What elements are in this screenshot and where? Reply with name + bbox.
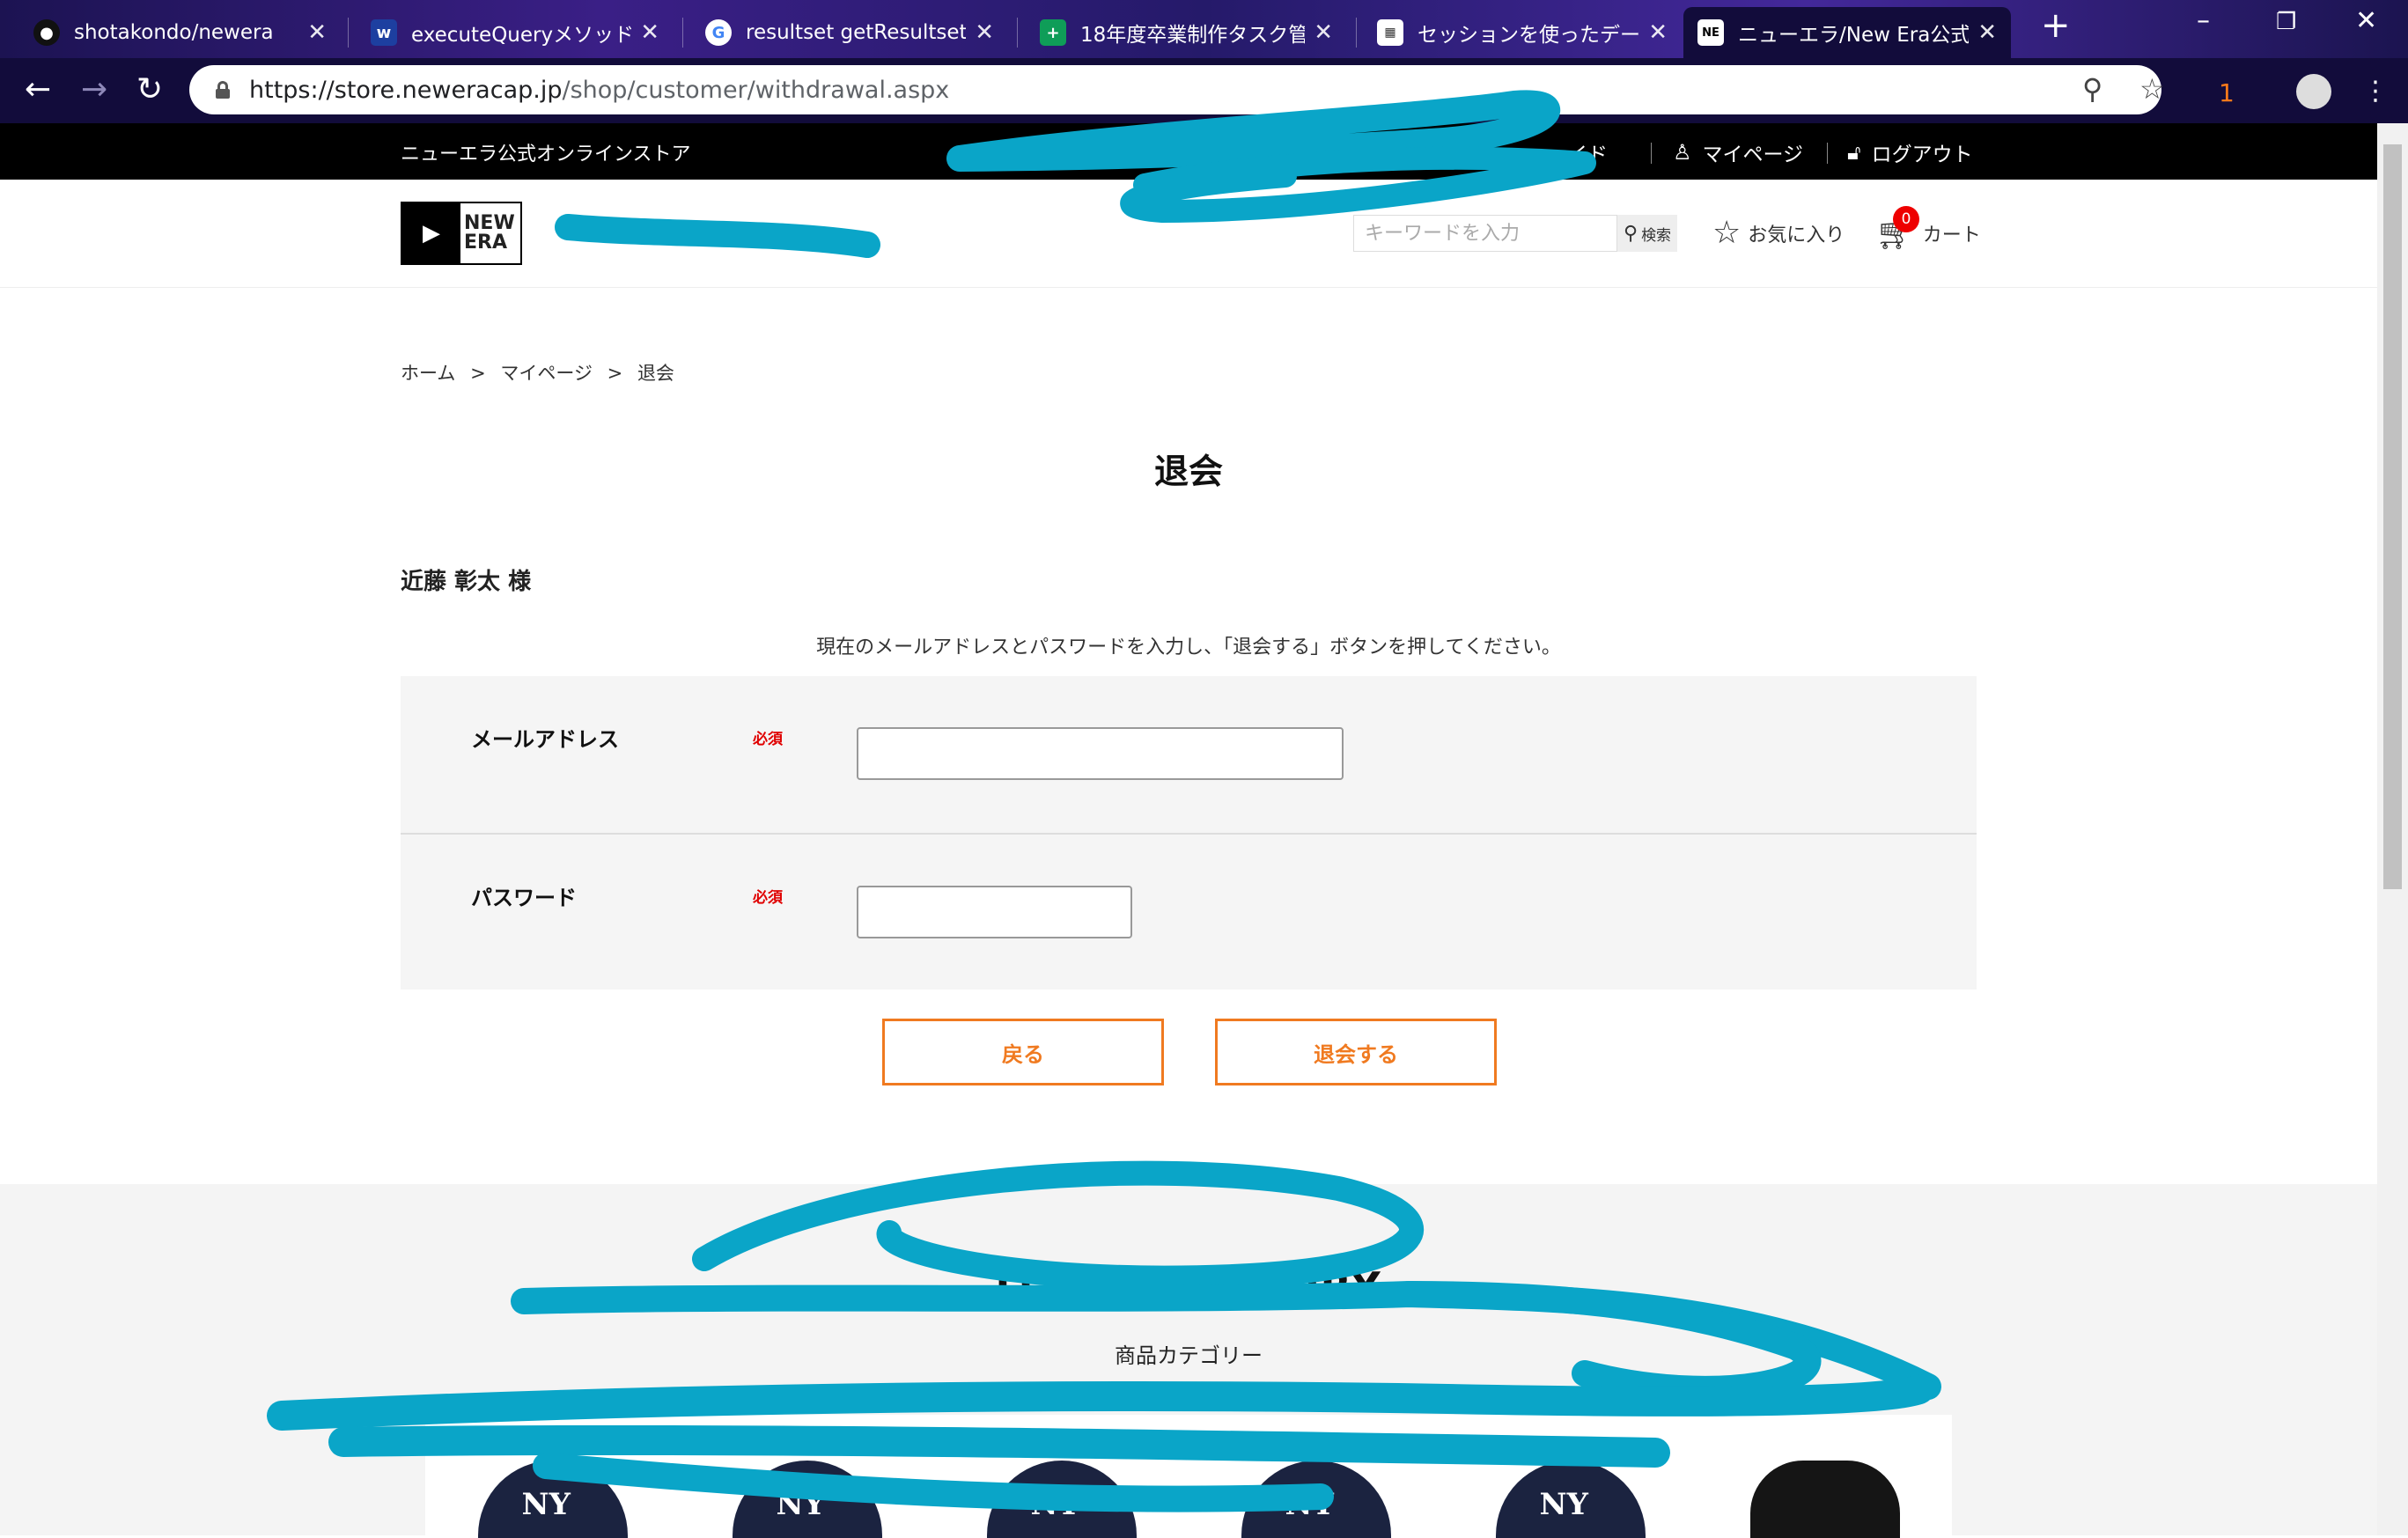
user-icon: ♙ (1673, 140, 1692, 165)
cap-image: 𝐍𝐘 (477, 1461, 628, 1538)
divider (1827, 143, 1828, 164)
search-box: ⚲ 検索 (1353, 215, 1677, 252)
instruction-text: 現在のメールアドレスとパスワードを入力し、「退会する」ボタンを押してください。 (816, 637, 1561, 659)
forward-icon[interactable]: → (81, 72, 107, 107)
tab-divider (682, 18, 683, 48)
newera-logo[interactable]: ▶ NEW ERA (401, 202, 522, 265)
scrollbar-thumb[interactable] (2383, 144, 2402, 889)
close-tab-icon[interactable]: ✕ (1977, 19, 1997, 46)
withdrawal-form: メールアドレス 必須 パスワード 必須 (401, 676, 1977, 990)
email-label: メールアドレス (471, 727, 619, 752)
favorites-link[interactable]: ☆ お気に入り (1712, 215, 1845, 251)
store-name: ニューエラ公式オンラインストア (401, 143, 691, 166)
unlock-icon: 🔓︎ (1847, 140, 1861, 165)
site-top-bar: ニューエラ公式オンラインストア イド ♙ マイページ 🔓︎ ログアウト (0, 123, 2377, 180)
sheets-icon: + (1040, 19, 1066, 46)
password-label: パスワード (471, 886, 577, 910)
password-row: パスワード 必須 (401, 835, 1977, 991)
flag-logo-mark: ▶ (402, 203, 460, 263)
zoom-icon[interactable]: ⚲ (2082, 72, 2102, 106)
close-window-icon[interactable]: ✕ (2355, 5, 2377, 36)
item-category-section: ITEM CATEGORY 商品カテゴリー 𝐍𝐘 𝐍𝐘 𝐍𝐘 𝐍𝐘 𝐍𝐘 (0, 1184, 2377, 1538)
product-tile[interactable]: 𝐍𝐘 (680, 1415, 934, 1538)
tab-divider (348, 18, 349, 48)
bookmark-star-icon[interactable]: ☆ (2139, 72, 2165, 106)
product-strip: 𝐍𝐘 𝐍𝐘 𝐍𝐘 𝐍𝐘 𝐍𝐘 (425, 1415, 1952, 1538)
new-tab-icon[interactable]: + (2041, 5, 2071, 46)
search-icon: ⚲ (1623, 222, 1638, 245)
minimize-icon[interactable]: – (2197, 5, 2210, 36)
page-title: 退会 (1153, 453, 1223, 492)
address-bar[interactable]: https://store.neweracap.jp/shop/customer… (189, 65, 2165, 114)
close-tab-icon[interactable]: ✕ (307, 19, 327, 46)
product-tile[interactable]: 𝐍𝐘 (1443, 1415, 1697, 1538)
cap-image: 𝐍𝐘 (1495, 1461, 1646, 1538)
browser-tab[interactable]: w executeQueryメソッド | Ja ✕ (357, 7, 674, 58)
search-input[interactable] (1353, 215, 1617, 252)
breadcrumb-separator: > (470, 363, 486, 384)
site-icon: w (371, 19, 397, 46)
close-tab-icon[interactable]: ✕ (1314, 19, 1333, 46)
logout-link[interactable]: 🔓︎ ログアウト (1847, 137, 1973, 167)
breadcrumb-separator: > (607, 363, 623, 384)
email-field[interactable] (857, 727, 1344, 780)
reload-icon[interactable]: ↻ (136, 72, 163, 107)
tab-divider (1356, 18, 1357, 48)
browser-toolbar: ← → ↻ https://store.neweracap.jp/shop/cu… (0, 58, 2408, 123)
browser-tab[interactable]: G resultset getResultset - ✕ (691, 7, 1008, 58)
email-row: メールアドレス 必須 (401, 676, 1977, 833)
newera-icon: NE (1697, 19, 1724, 46)
browser-tab-active[interactable]: NE ニューエラ/New Era公式オ ✕ (1683, 7, 2011, 58)
page-scrollbar[interactable] (2377, 123, 2408, 1535)
browser-tab[interactable]: + 18年度卒業制作タスク管 ✕ (1026, 7, 1347, 58)
guide-link[interactable]: イド (1567, 137, 1608, 167)
browser-tab[interactable]: ▦ セッションを使ったデータの ✕ (1363, 7, 1682, 58)
site-header: ▶ NEW ERA ⚲ 検索 ☆ お気に入り 🛒︎ カート 0 (0, 180, 2377, 288)
back-button[interactable]: 戻る (882, 1019, 1164, 1085)
cart-link[interactable]: 🛒︎ カート (1875, 215, 1981, 252)
menu-kebab-icon[interactable]: ⋮ (2362, 74, 2389, 109)
breadcrumb-current: 退会 (637, 363, 674, 384)
divider (1651, 143, 1652, 164)
password-field[interactable] (857, 886, 1132, 938)
required-badge: 必須 (753, 889, 783, 907)
lock-icon (216, 81, 230, 99)
product-tile[interactable] (1697, 1415, 1952, 1538)
back-icon[interactable]: ← (25, 72, 51, 107)
tab-divider (1017, 18, 1018, 48)
product-tile[interactable]: 𝐍𝐘 (1189, 1415, 1443, 1538)
github-icon: ● (33, 19, 60, 46)
close-tab-icon[interactable]: ✕ (975, 19, 994, 46)
breadcrumb-mypage[interactable]: マイページ (500, 363, 593, 384)
cart-count-badge: 0 (1893, 206, 1919, 232)
required-badge: 必須 (753, 731, 783, 748)
close-tab-icon[interactable]: ✕ (640, 19, 659, 46)
restore-icon[interactable]: ❐ (2276, 9, 2296, 35)
cap-image: 𝐍𝐘 (986, 1461, 1137, 1538)
breadcrumb-home[interactable]: ホーム (401, 363, 455, 384)
category-heading-jp: 商品カテゴリー (1115, 1343, 1263, 1368)
user-name: 近藤 彰太 様 (401, 569, 532, 595)
category-heading-en: ITEM CATEGORY (995, 1263, 1382, 1311)
withdraw-button[interactable]: 退会する (1215, 1019, 1497, 1085)
url-text: https://store.neweracap.jp/shop/customer… (249, 76, 950, 104)
cap-image: 𝐍𝐘 (732, 1461, 882, 1538)
browser-tab[interactable]: ● shotakondo/newera ✕ (19, 7, 341, 58)
product-tile[interactable]: 𝐍𝐘 (934, 1415, 1189, 1538)
breadcrumb: ホーム > マイページ > 退会 (401, 359, 683, 386)
product-tile[interactable]: 𝐍𝐘 (425, 1415, 680, 1538)
mypage-link[interactable]: ♙ マイページ (1673, 137, 1803, 167)
grid-icon: ▦ (1377, 19, 1403, 46)
search-button[interactable]: ⚲ 検索 (1617, 215, 1677, 252)
google-icon: G (705, 19, 732, 46)
profile-avatar[interactable] (2296, 74, 2331, 109)
cap-image (1749, 1461, 1900, 1538)
extension-badge[interactable]: 1 (2219, 76, 2235, 111)
cap-image: 𝐍𝐘 (1241, 1461, 1391, 1538)
star-icon: ☆ (1712, 215, 1742, 251)
browser-tab-strip: ● shotakondo/newera ✕ w executeQueryメソッド… (0, 0, 2408, 58)
close-tab-icon[interactable]: ✕ (1648, 19, 1668, 46)
